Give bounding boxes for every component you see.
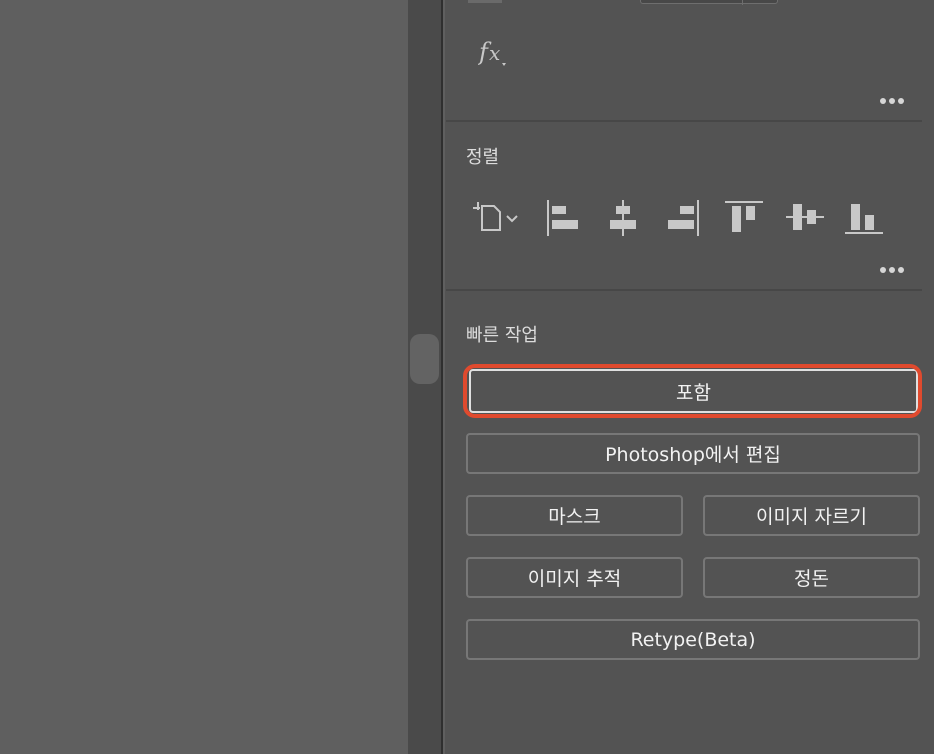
section-divider: [446, 120, 922, 122]
crop-image-button[interactable]: 이미지 자르기: [703, 495, 920, 536]
quick-actions-section-title: 빠른 작업: [466, 325, 538, 346]
svg-text:x: x: [489, 41, 500, 65]
image-trace-button[interactable]: 이미지 추적: [466, 557, 683, 598]
dot: [889, 267, 895, 273]
panel-divider: [441, 0, 443, 754]
dot: [880, 267, 886, 273]
opacity-field-stub[interactable]: [640, 0, 778, 5]
align-right-icon[interactable]: [666, 200, 702, 236]
align-top-icon[interactable]: [725, 200, 763, 234]
retype-beta-button[interactable]: Retype(Beta): [466, 619, 920, 660]
dot: [889, 98, 895, 104]
dot: [898, 267, 904, 273]
align-more-options-button[interactable]: [880, 265, 910, 275]
scrollbar-thumb[interactable]: [410, 334, 439, 384]
align-section-title: 정렬: [466, 147, 500, 168]
dot: [898, 98, 904, 104]
align-horizontal-center-icon[interactable]: [606, 200, 640, 236]
highlight-annotation: [463, 364, 922, 418]
effects-fx-button[interactable]: f x: [477, 36, 512, 68]
artboard-canvas[interactable]: [0, 0, 408, 754]
align-to-selection-icon[interactable]: [470, 200, 524, 234]
more-options-button[interactable]: [880, 96, 910, 106]
section-divider: [446, 289, 922, 291]
appearance-row-stub: [468, 0, 502, 3]
align-vertical-center-icon[interactable]: [786, 200, 824, 234]
edit-in-photoshop-button[interactable]: Photoshop에서 편집: [466, 433, 920, 474]
mask-button[interactable]: 마스크: [466, 495, 683, 536]
align-bottom-icon[interactable]: [845, 200, 883, 236]
fx-icon: f x: [477, 38, 506, 66]
arrange-button[interactable]: 정돈: [703, 557, 920, 598]
align-left-icon[interactable]: [545, 200, 581, 236]
dot: [880, 98, 886, 104]
